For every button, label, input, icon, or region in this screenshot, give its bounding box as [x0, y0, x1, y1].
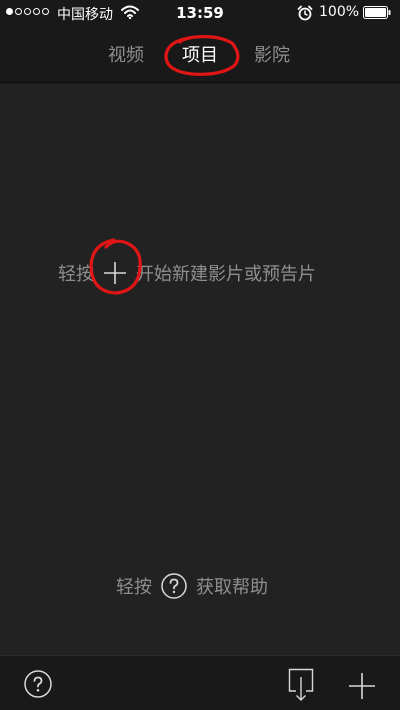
import-icon[interactable]	[288, 668, 314, 702]
hint-suffix: 开始新建影片或预告片	[136, 264, 316, 285]
create-project-hint: 轻按 开始新建影片或预告片	[58, 258, 316, 288]
tab-project[interactable]: 项目	[182, 41, 218, 67]
plus-icon[interactable]	[348, 672, 376, 700]
hint-prefix: 轻按	[116, 577, 152, 598]
help-hint: 轻按 获取帮助	[116, 571, 268, 601]
help-icon[interactable]	[24, 670, 52, 698]
segment-tab-bar: 视频 项目 影院	[0, 26, 400, 83]
hint-prefix: 轻按	[58, 264, 94, 285]
help-icon	[161, 573, 187, 599]
plus-icon	[104, 262, 126, 284]
app-screen: 中国移动 13:59 100% 视频 项目 影院 轻按 开始新建影片或预告片 轻…	[0, 0, 400, 710]
tab-video[interactable]: 视频	[108, 41, 144, 67]
status-bar: 中国移动 13:59 100%	[0, 0, 400, 26]
bottom-toolbar	[0, 655, 400, 710]
tab-theater[interactable]: 影院	[254, 41, 290, 67]
battery-icon	[363, 6, 391, 19]
battery-percentage: 100%	[319, 4, 360, 20]
alarm-icon	[297, 5, 313, 21]
hint-suffix: 获取帮助	[196, 577, 268, 598]
